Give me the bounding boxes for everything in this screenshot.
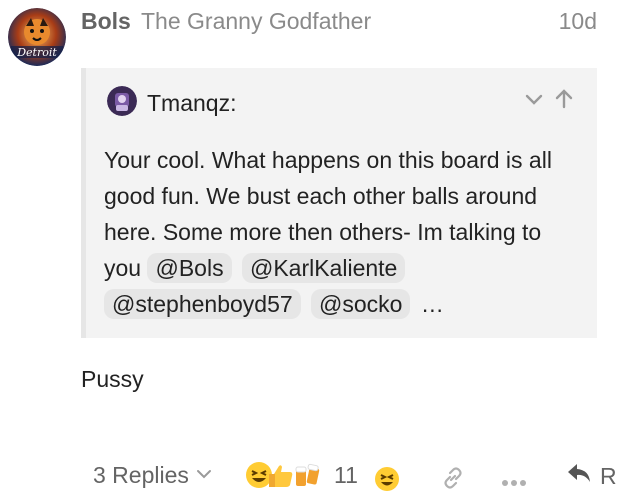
post-body: Pussy — [81, 366, 144, 392]
avatar[interactable]: Detroit — [8, 8, 66, 66]
reply-arrow-icon — [566, 462, 592, 490]
replies-button[interactable]: 3 Replies — [93, 462, 213, 489]
reactions-list[interactable] — [244, 460, 322, 495]
quote-avatar-icon — [107, 86, 137, 116]
tiger-avatar-icon: Detroit — [8, 8, 66, 66]
link-icon[interactable] — [441, 466, 465, 495]
replies-label: 3 Replies — [93, 462, 189, 488]
reaction-count[interactable]: 11 — [334, 462, 358, 489]
mention-stephenboyd57[interactable]: @stephenboyd57 — [104, 289, 301, 319]
quote-block: Tmanqz: Your cool. What happens on this … — [81, 68, 597, 338]
post-date[interactable]: 10d — [559, 8, 597, 35]
avatar-text: Detroit — [16, 46, 57, 59]
quote-username[interactable]: Tmanqz: — [147, 90, 236, 117]
beers-icon — [292, 460, 322, 495]
mention-bols[interactable]: @Bols — [147, 253, 232, 283]
reply-button[interactable]: R — [566, 462, 617, 490]
arrow-up-icon[interactable] — [553, 88, 575, 110]
more-icon[interactable] — [501, 474, 527, 492]
quote-avatar[interactable] — [107, 86, 137, 116]
reply-label: R — [600, 462, 617, 489]
post-header: Bols The Granny Godfather 10d — [81, 6, 597, 36]
add-reaction-icon[interactable] — [374, 466, 400, 497]
full-name[interactable]: The Granny Godfather — [141, 8, 371, 35]
post-footer: 3 Replies 11 R — [81, 456, 619, 496]
mention-karlkaliente[interactable]: @KarlKaliente — [241, 253, 406, 283]
chevron-down-icon[interactable] — [523, 88, 545, 110]
chevron-down-icon — [195, 462, 213, 489]
quote-controls — [523, 88, 575, 110]
mention-socko[interactable]: @socko — [311, 289, 411, 319]
quote-ellipsis[interactable]: … — [421, 291, 444, 317]
username[interactable]: Bols — [81, 8, 131, 35]
quote-body: Your cool. What happens on this board is… — [104, 142, 584, 322]
